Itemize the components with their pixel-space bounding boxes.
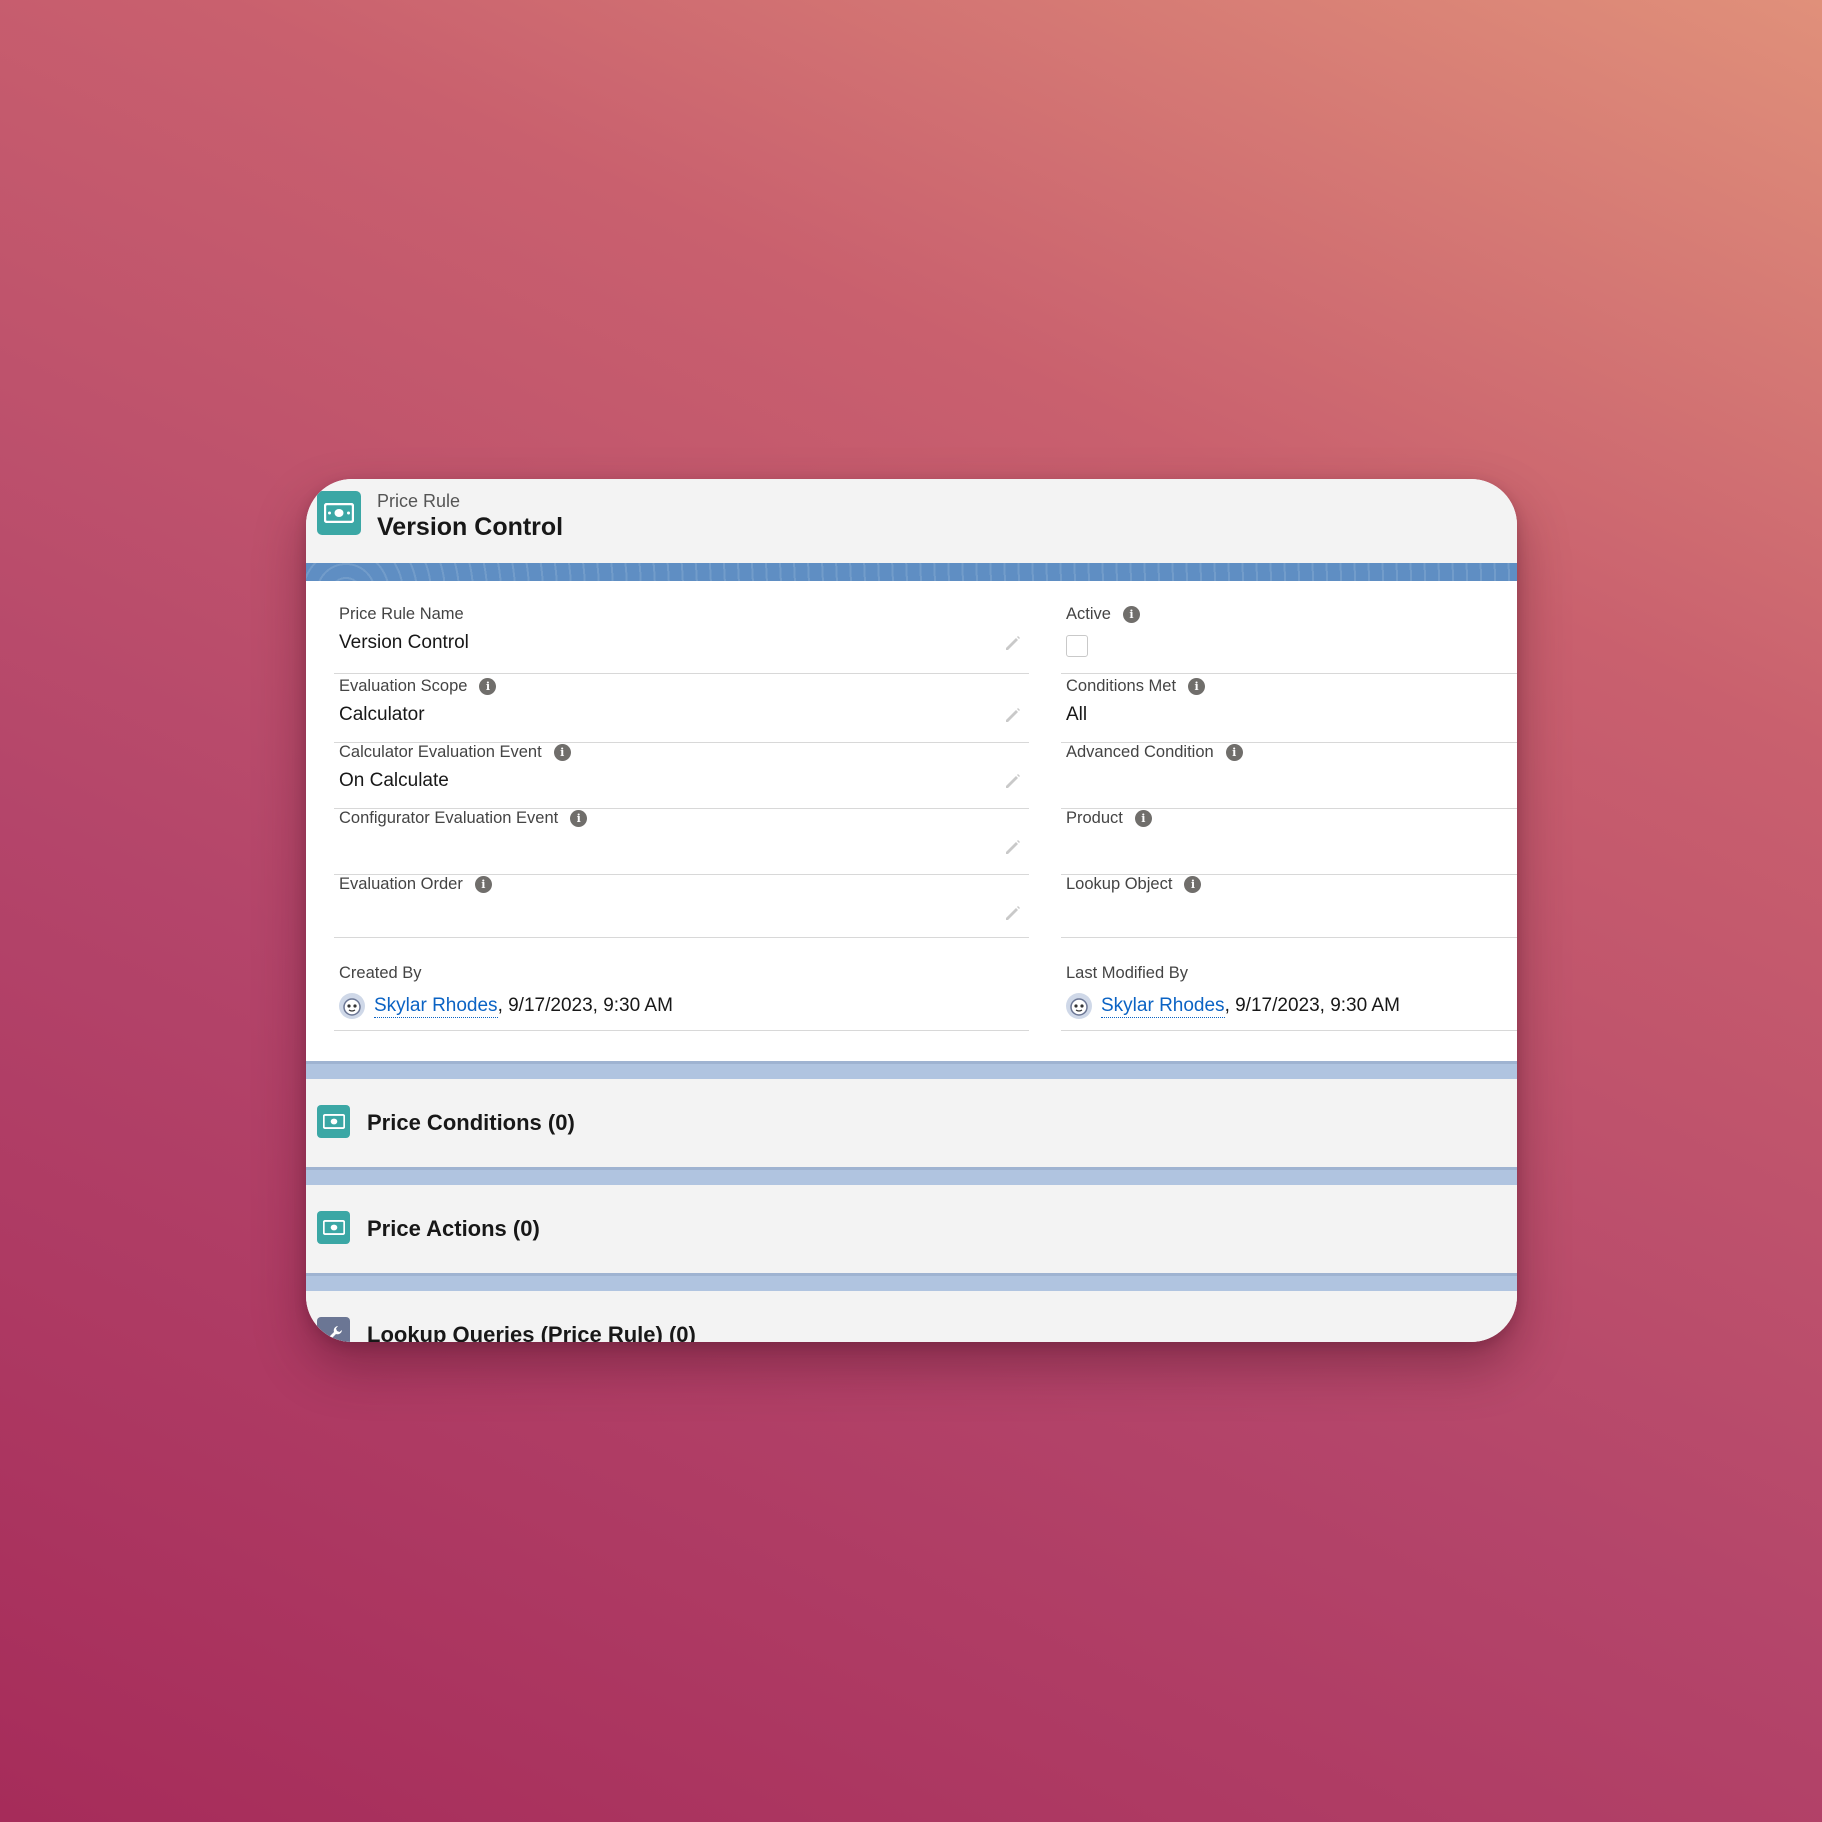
field-label: Conditions Met — [1066, 677, 1177, 695]
related-list-title[interactable]: Lookup Queries (Price Rule) (0) — [367, 1322, 696, 1342]
section-divider — [306, 1061, 1517, 1079]
field-configurator-evaluation-event: Configurator Evaluation Event i — [334, 809, 1029, 875]
field-evaluation-scope: Evaluation Scope i Calculator — [334, 677, 1029, 743]
detail-fields: Price Rule Name Version Control Evaluati… — [306, 581, 1517, 1061]
record-card: Price Rule Version Control Price Rule Na… — [306, 479, 1517, 1342]
field-created-by: Created By Skylar Rhodes, 9/17/2023, 9:3… — [334, 964, 1029, 1031]
related-list-price-conditions[interactable]: Price Conditions (0) — [306, 1079, 1517, 1167]
info-icon[interactable]: i — [479, 678, 497, 695]
field-product: Product i — [1061, 809, 1517, 875]
avatar — [1066, 993, 1092, 1019]
field-label: Evaluation Scope — [339, 677, 468, 695]
field-label: Lookup Object — [1066, 875, 1173, 893]
pencil-icon[interactable] — [1003, 633, 1023, 653]
money-icon — [317, 1105, 350, 1138]
money-icon — [317, 491, 361, 535]
field-value: Calculator — [339, 704, 425, 725]
active-checkbox[interactable] — [1066, 635, 1088, 657]
info-icon[interactable]: i — [1225, 744, 1243, 761]
field-calculator-evaluation-event: Calculator Evaluation Event i On Calculat… — [334, 743, 1029, 809]
pencil-icon[interactable] — [1003, 837, 1023, 857]
field-label: Active — [1066, 605, 1111, 623]
field-active: Active i — [1061, 605, 1517, 674]
avatar — [339, 993, 365, 1019]
field-label: Evaluation Order — [339, 875, 463, 893]
field-advanced-condition: Advanced Condition i — [1061, 743, 1517, 809]
field-label: Product — [1066, 809, 1123, 827]
created-by-date: , 9/17/2023, 9:30 AM — [497, 995, 673, 1016]
modified-by-user-link[interactable]: Skylar Rhodes — [1101, 995, 1225, 1018]
field-price-rule-name: Price Rule Name Version Control — [334, 605, 1029, 674]
section-divider — [306, 1273, 1517, 1291]
money-icon — [317, 1211, 350, 1244]
field-conditions-met: Conditions Met i All — [1061, 677, 1517, 743]
field-value: All — [1066, 704, 1088, 725]
record-title: Version Control — [377, 513, 564, 541]
pencil-icon[interactable] — [1003, 903, 1023, 923]
field-lookup-object: Lookup Object i — [1061, 875, 1517, 938]
created-by-user-link[interactable]: Skylar Rhodes — [374, 995, 498, 1018]
field-label: Calculator Evaluation Event — [339, 743, 542, 761]
wrench-icon — [317, 1317, 350, 1342]
info-icon[interactable]: i — [1188, 678, 1206, 695]
modified-by-date: , 9/17/2023, 9:30 AM — [1224, 995, 1400, 1016]
field-label: Price Rule Name — [339, 605, 464, 623]
related-list-lookup-queries[interactable]: Lookup Queries (Price Rule) (0) — [306, 1291, 1517, 1342]
field-label: Advanced Condition — [1066, 743, 1214, 761]
field-value: On Calculate — [339, 770, 449, 791]
field-value: Version Control — [339, 632, 469, 653]
pencil-icon[interactable] — [1003, 705, 1023, 725]
info-icon[interactable]: i — [553, 744, 571, 761]
object-type-label: Price Rule — [377, 491, 461, 511]
record-header: Price Rule Version Control — [306, 479, 1517, 563]
field-label: Last Modified By — [1066, 964, 1188, 982]
field-evaluation-order: Evaluation Order i — [334, 875, 1029, 938]
field-label: Configurator Evaluation Event — [339, 809, 559, 827]
header-band — [306, 563, 1517, 581]
field-label: Created By — [339, 964, 422, 982]
info-icon[interactable]: i — [1122, 606, 1140, 623]
related-list-title[interactable]: Price Conditions (0) — [367, 1110, 575, 1136]
pencil-icon[interactable] — [1003, 771, 1023, 791]
related-list-title[interactable]: Price Actions (0) — [367, 1216, 540, 1242]
info-icon[interactable]: i — [474, 876, 492, 893]
section-divider — [306, 1167, 1517, 1185]
info-icon[interactable]: i — [1184, 876, 1202, 893]
info-icon[interactable]: i — [570, 810, 588, 827]
related-list-price-actions[interactable]: Price Actions (0) — [306, 1185, 1517, 1273]
info-icon[interactable]: i — [1134, 810, 1152, 827]
field-last-modified-by: Last Modified By Skylar Rhodes, 9/17/202… — [1061, 964, 1517, 1031]
